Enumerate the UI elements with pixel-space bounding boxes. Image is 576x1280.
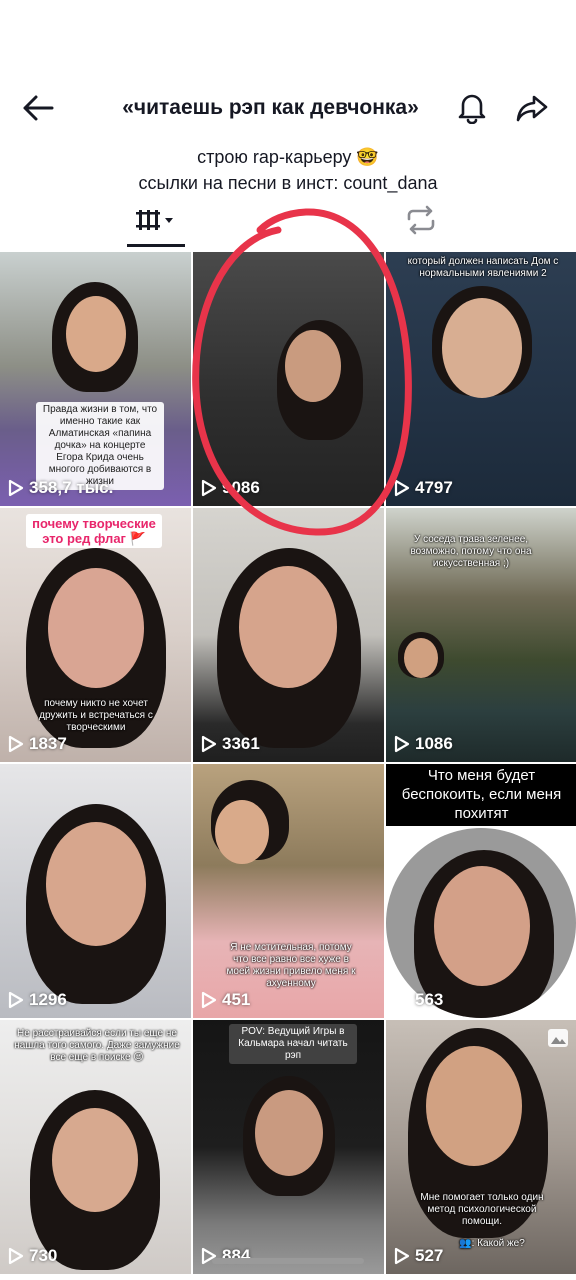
view-count-label: 1296: [29, 990, 67, 1009]
top-bar: «читаешь рэп как девчонка»: [0, 78, 576, 138]
bio-line-2: ссылки на песни в инст: count_dana: [138, 173, 438, 193]
view-count: 1837: [8, 734, 67, 754]
video-caption: Правда жизни в том, что именно такие как…: [36, 402, 164, 490]
view-count: 1086: [394, 734, 453, 754]
video-thumbnail[interactable]: 9086: [193, 252, 384, 506]
video-thumbnail[interactable]: Правда жизни в том, что именно такие как…: [0, 252, 191, 506]
view-count-label: 451: [222, 990, 251, 1009]
tab-reposts[interactable]: [392, 200, 450, 244]
page-title: «читаешь рэп как девчонка»: [122, 96, 419, 119]
repost-icon: [405, 205, 437, 240]
video-thumbnail[interactable]: Не расстраивайся если ты еще не нашла то…: [0, 1020, 191, 1274]
play-icon: [394, 735, 410, 753]
view-count: 730: [8, 1246, 57, 1266]
video-caption: POV: Ведущий Игры в Кальмара начал читат…: [229, 1024, 357, 1064]
video-thumbnail[interactable]: Мне помогает только один метод психологи…: [386, 1020, 576, 1274]
video-caption: У соседа трава зеленее, возможно, потому…: [410, 534, 532, 569]
video-caption-secondary: 👥: Какой же?: [459, 1238, 525, 1249]
video-caption-secondary: почему никто не хочет дружить и встречат…: [39, 698, 153, 733]
bell-icon[interactable]: [450, 86, 494, 130]
video-thumbnail[interactable]: POV: Ведущий Игры в Кальмара начал читат…: [193, 1020, 384, 1274]
play-icon: [8, 991, 24, 1009]
video-caption: Что меня будет беспокоить, если меня пох…: [401, 767, 562, 822]
video-caption: Не расстраивайся если ты еще не нашла то…: [14, 1028, 180, 1063]
video-thumbnail[interactable]: 1296: [0, 764, 191, 1018]
view-count-label: 1837: [29, 734, 67, 753]
play-icon: [394, 991, 410, 1009]
play-icon: [201, 735, 217, 753]
view-count: 3361: [201, 734, 260, 754]
video-caption: Мне помогает только один метод психологи…: [420, 1192, 544, 1227]
play-icon: [201, 479, 217, 497]
video-thumbnail[interactable]: У соседа трава зеленее, возможно, потому…: [386, 508, 576, 762]
play-icon: [8, 479, 24, 497]
view-count: 563: [394, 990, 443, 1010]
view-count-label: 3361: [222, 734, 260, 753]
arrow-left-icon[interactable]: [16, 86, 60, 130]
video-caption: Я не мстительная, потому что все равно в…: [226, 942, 356, 989]
view-count: 451: [201, 990, 250, 1010]
view-count: 358,7 тыс.: [8, 478, 113, 498]
video-caption: который должен написать Дом с нормальным…: [407, 256, 559, 279]
view-count-label: 527: [415, 1246, 444, 1265]
view-count-label: 4797: [415, 478, 453, 497]
tab-videos[interactable]: [127, 200, 185, 244]
profile-tabs: [0, 200, 576, 250]
play-icon: [201, 991, 217, 1009]
video-thumbnail[interactable]: Что меня будет беспокоить, если меня пох…: [386, 764, 576, 1018]
play-icon: [8, 1247, 24, 1265]
view-count-label: 563: [415, 990, 444, 1009]
view-count: 4797: [394, 478, 453, 498]
view-count: 1296: [8, 990, 67, 1010]
play-icon: [394, 1247, 410, 1265]
grid-icon: [135, 206, 177, 239]
view-count: 527: [394, 1246, 443, 1266]
video-thumbnail[interactable]: который должен написать Дом с нормальным…: [386, 252, 576, 506]
view-count: 9086: [201, 478, 260, 498]
video-thumbnail[interactable]: почему творческие это ред флаг 🚩 почему …: [0, 508, 191, 762]
video-caption: почему творческие это ред флаг 🚩: [26, 514, 162, 548]
photo-icon: [547, 1028, 569, 1053]
bio-line-1: строю rap-карьеру 🤓: [197, 147, 379, 167]
view-count-label: 358,7 тыс.: [29, 478, 114, 497]
video-thumbnail[interactable]: 3361: [193, 508, 384, 762]
active-tab-indicator: [127, 244, 185, 247]
play-icon: [394, 479, 410, 497]
view-count-label: 9086: [222, 478, 260, 497]
video-thumbnail[interactable]: Я не мстительная, потому что все равно в…: [193, 764, 384, 1018]
view-count-label: 1086: [415, 734, 453, 753]
view-count-label: 730: [29, 1246, 58, 1265]
play-icon: [8, 735, 24, 753]
share-icon[interactable]: [510, 86, 554, 130]
home-indicator: [212, 1258, 364, 1264]
